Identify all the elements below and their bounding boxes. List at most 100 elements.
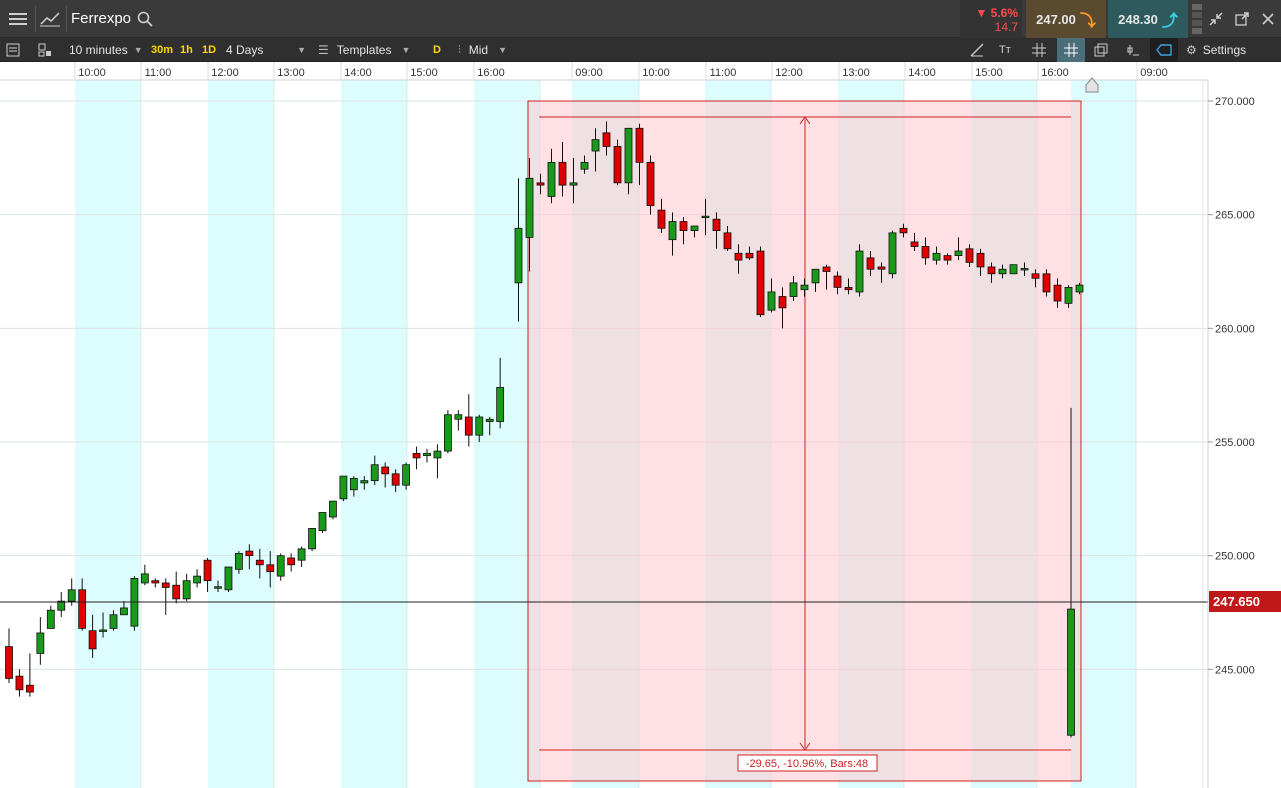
collapse-icon[interactable]	[1203, 0, 1229, 38]
interval-1h-button[interactable]: 1h	[180, 38, 193, 62]
candle-body	[182, 580, 191, 600]
sell-price: 247.00	[1036, 11, 1076, 27]
session-band	[341, 80, 407, 788]
candle-body	[475, 416, 484, 436]
price-tick-label: 245.000	[1215, 664, 1255, 676]
candle-body	[734, 252, 743, 261]
range-select[interactable]: 4 Days ▼	[226, 38, 308, 62]
time-tick-label: 10:00	[642, 67, 670, 79]
interval-30m-button[interactable]: 30m	[151, 38, 173, 62]
candle-body	[558, 161, 567, 186]
candle	[433, 444, 442, 479]
candle-body	[193, 575, 202, 584]
candle	[193, 569, 202, 588]
time-tick-label: 09:00	[1140, 67, 1168, 79]
text-tool-icon[interactable]: Tт	[999, 38, 1011, 62]
crosshair-grid-icon[interactable]	[1057, 38, 1085, 62]
popout-icon[interactable]	[1229, 0, 1255, 38]
candle-body	[1064, 287, 1073, 304]
time-tick-label: 10:00	[78, 67, 106, 79]
draw-line-icon[interactable]	[970, 38, 984, 62]
time-tick-label: 11:00	[710, 67, 737, 79]
templates-select[interactable]: ☰ Templates ▼	[318, 38, 410, 62]
grid-icon[interactable]	[1032, 38, 1046, 62]
candle-body	[1031, 273, 1040, 279]
current-price-label: 247.650	[1213, 594, 1260, 609]
candle-body	[109, 614, 118, 629]
interval-1d-button[interactable]: 1D	[202, 38, 216, 62]
candle-body	[88, 630, 97, 650]
candle-body	[690, 225, 699, 231]
candle-body	[778, 296, 787, 309]
candle-body	[580, 161, 589, 170]
candle-body	[454, 414, 463, 420]
d-button[interactable]: D	[433, 38, 441, 62]
sell-button[interactable]: 247.00 ⤵	[1026, 0, 1106, 38]
candle	[339, 475, 348, 502]
interval-select[interactable]: 10 minutes ▼	[69, 38, 143, 62]
gear-icon: ⚙	[1186, 43, 1197, 57]
time-tick-label: 11:00	[145, 67, 172, 79]
candle-body	[525, 177, 534, 238]
candle	[297, 546, 306, 568]
layout-icon[interactable]	[38, 38, 52, 62]
settings-button[interactable]: ⚙ Settings	[1186, 38, 1246, 62]
candle-body	[602, 132, 611, 147]
price-change-box: ▼ 5.6% 14.7	[960, 0, 1022, 38]
candle	[464, 394, 473, 447]
price-mode-select[interactable]: ⫶ Mid ▼	[458, 38, 507, 62]
candle-body	[423, 452, 431, 457]
time-tick-label: 15:00	[410, 67, 438, 79]
time-tick-label: 13:00	[842, 67, 870, 79]
hamburger-menu-icon[interactable]	[1, 0, 35, 38]
chart-type-icon[interactable]	[33, 0, 67, 38]
time-tick-label: 12:00	[211, 67, 239, 79]
search-icon[interactable]	[130, 0, 160, 38]
candle-body	[745, 252, 754, 259]
candle	[613, 139, 622, 186]
copy-icon[interactable]	[1094, 38, 1108, 62]
price-chart[interactable]: 10:00 11:00 12:00 13:00 14:00 15:00 16:00 09:00…	[0, 62, 1281, 788]
candle	[36, 617, 45, 665]
buy-button[interactable]: 248.30 ⤴	[1108, 0, 1188, 38]
price-tick-label: 265.000	[1215, 210, 1255, 222]
candle	[151, 578, 160, 588]
candle-body	[888, 232, 897, 275]
session-band	[75, 80, 141, 788]
candle-body	[547, 161, 556, 197]
indicator-icon[interactable]	[1126, 38, 1140, 62]
candle-body	[140, 573, 149, 584]
chevron-down-icon: ▼	[297, 45, 306, 55]
candle-body	[635, 127, 644, 163]
time-tick-label: 16:00	[1041, 67, 1069, 79]
candle	[318, 512, 327, 533]
list-icon[interactable]	[6, 38, 20, 62]
instrument-title[interactable]: Ferrexpo	[71, 10, 131, 27]
time-tick-label: 14:00	[344, 67, 372, 79]
candle-body	[464, 416, 473, 436]
quantity-scroller[interactable]	[1192, 4, 1202, 34]
candle-body	[855, 250, 864, 293]
candle-body	[370, 464, 379, 482]
candle-body	[657, 209, 666, 229]
candle	[15, 669, 24, 697]
candle-body	[811, 268, 820, 284]
candle-body	[161, 582, 170, 588]
price-tick-label: 260.000	[1215, 323, 1255, 335]
time-tick-label: 12:00	[775, 67, 803, 79]
price-mode-label: Mid	[468, 43, 489, 57]
candle-body	[308, 527, 316, 550]
time-tick-label: 14:00	[908, 67, 936, 79]
candle	[423, 448, 431, 463]
candle-body	[536, 182, 545, 186]
settings-label: Settings	[1202, 43, 1247, 57]
candle-body	[976, 252, 985, 268]
candle-body	[767, 291, 776, 311]
candle-body	[877, 266, 886, 270]
close-icon[interactable]	[1255, 0, 1281, 38]
candle	[756, 246, 765, 317]
candle-body	[297, 548, 306, 561]
candle-body	[402, 464, 411, 486]
tag-icon[interactable]	[1150, 38, 1178, 62]
price-axis-bg	[1208, 80, 1281, 788]
